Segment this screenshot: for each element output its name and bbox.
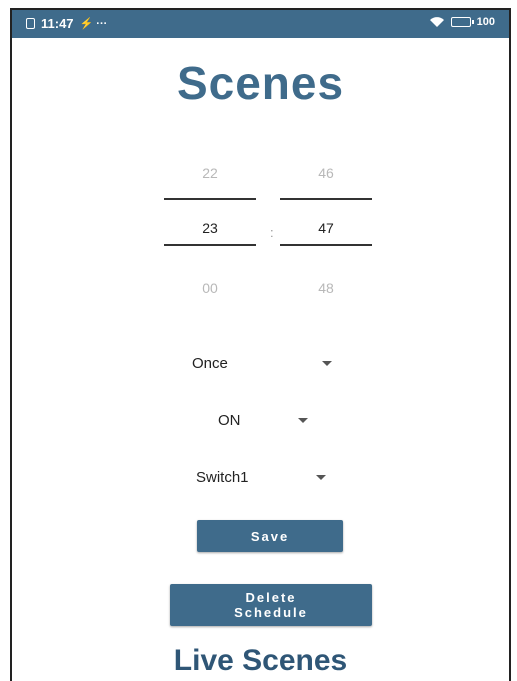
wifi-icon — [429, 17, 444, 27]
minute-prev[interactable]: 46 — [280, 165, 372, 181]
time-separator: : — [270, 225, 274, 240]
hour-divider-bottom — [164, 244, 256, 246]
status-left: 11:47 ⚡ ··· — [26, 16, 107, 31]
device-dropdown[interactable]: Switch1 — [196, 469, 326, 486]
chevron-down-icon — [316, 475, 326, 480]
page-title: Scenes — [176, 57, 345, 109]
repeat-dropdown[interactable]: Once — [192, 355, 332, 372]
status-time: 11:47 — [41, 16, 74, 31]
save-button-label: Save — [250, 528, 290, 544]
minute-divider-top — [280, 198, 372, 200]
battery-icon — [450, 17, 474, 27]
hour-divider-top — [164, 198, 256, 200]
hour-current[interactable]: 23 — [164, 220, 256, 236]
status-bar: 11:47 ⚡ ··· 100 — [12, 10, 509, 38]
delete-button-label-line2: Schedule — [234, 605, 308, 620]
minute-next[interactable]: 48 — [280, 280, 372, 296]
state-dropdown[interactable]: ON — [218, 412, 308, 429]
status-indicators: ⚡ ··· — [79, 18, 108, 30]
hour-prev[interactable]: 22 — [164, 165, 256, 181]
chevron-down-icon — [298, 418, 308, 423]
phone-frame: 11:47 ⚡ ··· 100 Scenes 22 23 00 : 46 47 … — [10, 8, 511, 681]
chevron-down-icon — [322, 361, 332, 366]
minute-current[interactable]: 47 — [280, 220, 372, 236]
live-scenes-title: Live Scenes — [173, 644, 348, 677]
sim-icon — [26, 18, 35, 29]
delete-button-label-line1: Delete — [245, 590, 297, 605]
delete-schedule-button[interactable]: Delete Schedule — [170, 584, 372, 626]
battery-label: 100 — [476, 16, 495, 28]
status-right: 100 — [429, 16, 495, 28]
state-dropdown-value: ON — [218, 412, 241, 429]
repeat-dropdown-value: Once — [192, 355, 228, 372]
minute-divider-bottom — [280, 244, 372, 246]
save-button[interactable]: Save — [197, 520, 343, 552]
hour-next[interactable]: 00 — [164, 280, 256, 296]
device-dropdown-value: Switch1 — [196, 469, 249, 486]
